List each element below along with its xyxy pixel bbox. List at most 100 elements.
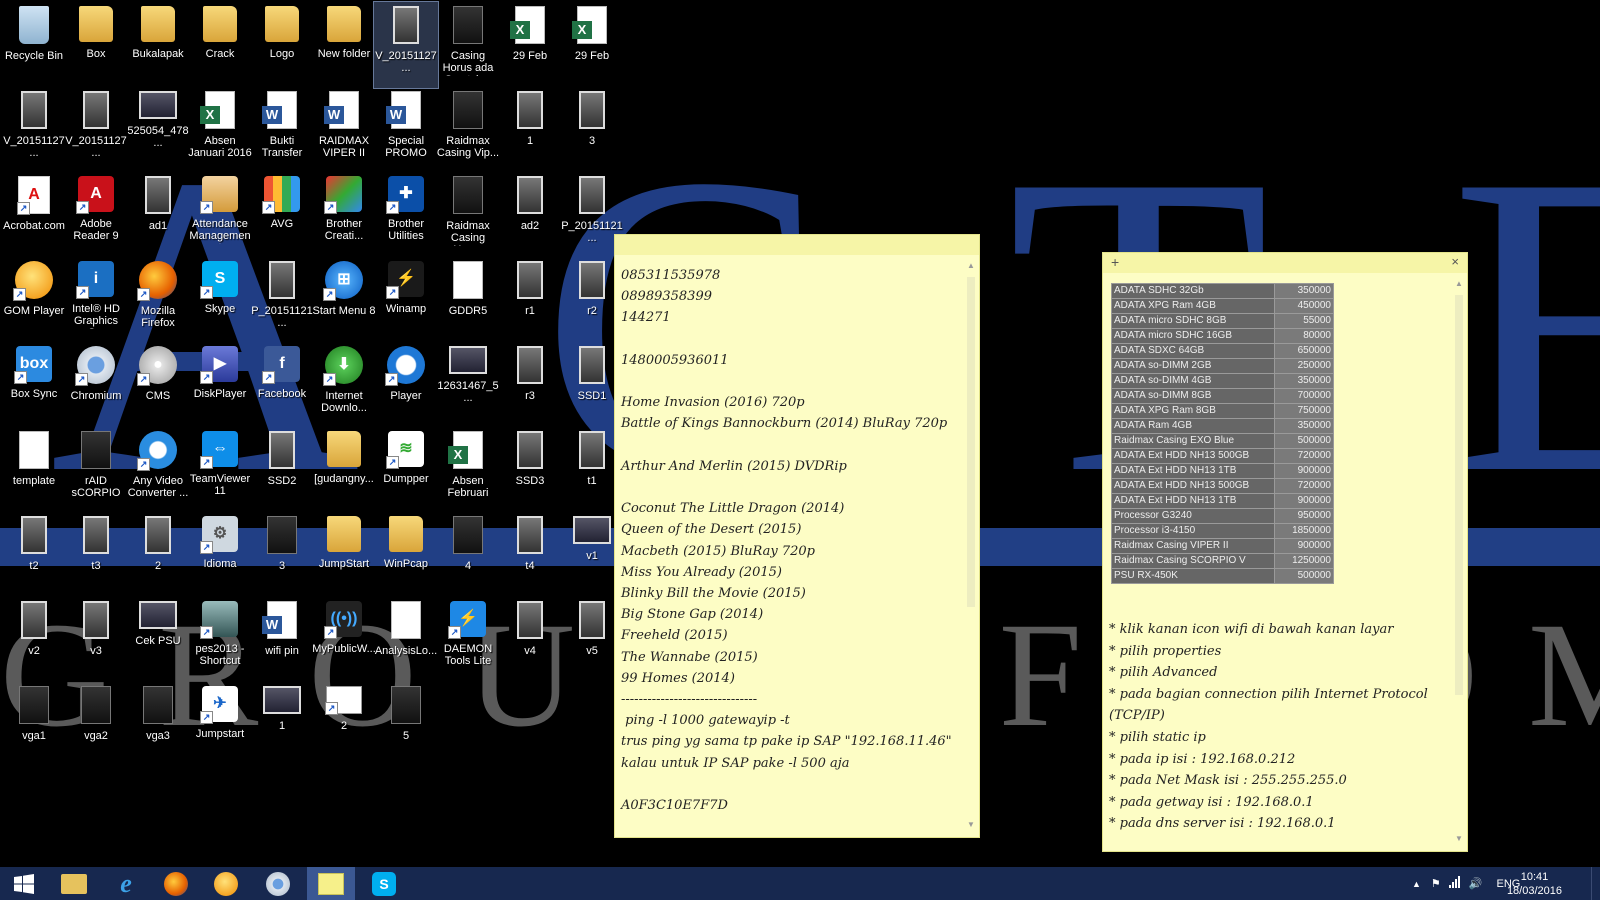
desktop-icon[interactable]: ✈ Jumpstart: [188, 682, 252, 768]
price-item-name[interactable]: ADATA XPG Ram 8GB: [1111, 403, 1275, 419]
desktop-icon[interactable]: v4: [498, 597, 562, 683]
desktop-icon[interactable]: 3: [250, 512, 314, 598]
desktop-icon[interactable]: AnalysisLo...: [374, 597, 438, 683]
desktop-icon[interactable]: New folder: [312, 2, 376, 88]
desktop-icon[interactable]: f Facebook: [250, 342, 314, 428]
taskbar-clock[interactable]: 10:41 18/03/2016: [1507, 870, 1562, 898]
desktop-icon[interactable]: 29 Feb: [498, 2, 562, 88]
price-item-name[interactable]: ADATA Ram 4GB: [1111, 418, 1275, 434]
desktop-icon[interactable]: Recycle Bin: [2, 2, 66, 88]
table-row[interactable]: ADATA XPG Ram 4GB 450000: [1111, 298, 1334, 314]
desktop-icon[interactable]: V_20151127...: [64, 87, 128, 173]
price-item-value[interactable]: 900000: [1274, 538, 1334, 554]
desktop-icon[interactable]: 1: [250, 682, 314, 768]
desktop-icon[interactable]: t4: [498, 512, 562, 598]
desktop-icon[interactable]: ● CMS: [126, 342, 190, 428]
sticky-note-text[interactable]: 085311535978 08989358399 144271 14800059…: [621, 265, 952, 816]
desktop-icon[interactable]: 2: [126, 512, 190, 598]
sticky-note-titlebar[interactable]: + ×: [1103, 253, 1467, 273]
start-button[interactable]: [0, 867, 48, 900]
desktop-icon[interactable]: Special PROMO: [374, 87, 438, 173]
price-item-value[interactable]: 350000: [1274, 418, 1334, 434]
table-row[interactable]: ADATA SDHC 32Gb 350000: [1111, 283, 1334, 299]
desktop-icon[interactable]: V_20151127...: [373, 1, 439, 89]
desktop-icon[interactable]: ✚ Brother Utilities: [374, 172, 438, 258]
price-item-name[interactable]: ADATA micro SDHC 16GB: [1111, 328, 1275, 344]
desktop-icon[interactable]: WinPcap: [374, 512, 438, 598]
price-item-value[interactable]: 250000: [1274, 358, 1334, 374]
table-row[interactable]: ADATA micro SDHC 8GB 55000: [1111, 313, 1334, 329]
price-item-value[interactable]: 55000: [1274, 313, 1334, 329]
price-item-name[interactable]: Raidmax Casing SCORPIO V: [1111, 553, 1275, 569]
price-item-value[interactable]: 1850000: [1274, 523, 1334, 539]
desktop-icon[interactable]: ad2: [498, 172, 562, 258]
desktop-icon[interactable]: pes2013 - Shortcut: [188, 597, 252, 683]
desktop-icon[interactable]: ⊞ Start Menu 8: [312, 257, 376, 343]
desktop-icon[interactable]: AVG: [250, 172, 314, 258]
desktop-icon[interactable]: RAIDMAX VIPER II: [312, 87, 376, 173]
network-signal-icon[interactable]: [1448, 876, 1461, 891]
taskbar-skype[interactable]: S: [360, 867, 408, 900]
price-item-value[interactable]: 720000: [1274, 448, 1334, 464]
desktop-icon[interactable]: ▶ DiskPlayer: [188, 342, 252, 428]
taskbar-file-explorer[interactable]: [50, 867, 98, 900]
taskbar-firefox[interactable]: [152, 867, 200, 900]
desktop-icon[interactable]: SSD2: [250, 427, 314, 513]
price-item-value[interactable]: 700000: [1274, 388, 1334, 404]
price-item-name[interactable]: ADATA SDXC 64GB: [1111, 343, 1275, 359]
taskbar-gom-player[interactable]: [202, 867, 250, 900]
desktop-icon[interactable]: i Intel® HD Graphics C...: [64, 257, 128, 343]
show-desktop-button[interactable]: [1591, 867, 1600, 900]
price-item-value[interactable]: 450000: [1274, 298, 1334, 314]
price-item-name[interactable]: ADATA Ext HDD NH13 1TB: [1111, 463, 1275, 479]
desktop-icon[interactable]: vga3: [126, 682, 190, 768]
table-row[interactable]: ADATA Ext HDD NH13 500GB 720000: [1111, 448, 1334, 464]
price-item-value[interactable]: 1250000: [1274, 553, 1334, 569]
desktop-icon[interactable]: A Adobe Reader 9: [64, 172, 128, 258]
desktop-icon[interactable]: v2: [2, 597, 66, 683]
price-item-name[interactable]: ADATA so-DIMM 2GB: [1111, 358, 1275, 374]
desktop-icon[interactable]: Casing Horus ada Scratch...: [436, 2, 500, 88]
table-row[interactable]: Processor i3-4150 1850000: [1111, 523, 1334, 539]
desktop-icon[interactable]: 525054_478...: [126, 87, 190, 173]
desktop-icon[interactable]: vga2: [64, 682, 128, 768]
desktop-icon[interactable]: GOM Player: [2, 257, 66, 343]
action-center-flag-icon[interactable]: ⚑: [1431, 877, 1441, 890]
desktop-icon[interactable]: ▬2: [312, 682, 376, 768]
table-row[interactable]: ADATA so-DIMM 4GB 350000: [1111, 373, 1334, 389]
desktop-icon[interactable]: Brother Creati...: [312, 172, 376, 258]
desktop-icon[interactable]: ⬇ Internet Downlo...: [312, 342, 376, 428]
add-note-icon[interactable]: +: [1111, 254, 1119, 270]
taskbar-sticky-notes[interactable]: [307, 867, 355, 900]
desktop-icon[interactable]: ad1: [126, 172, 190, 258]
desktop-icon[interactable]: Absen Januari 2016: [188, 87, 252, 173]
sticky-note-scrollbar[interactable]: ▲ ▼: [965, 261, 977, 829]
price-item-name[interactable]: ADATA Ext HDD NH13 1TB: [1111, 493, 1275, 509]
price-item-value[interactable]: 900000: [1274, 493, 1334, 509]
table-row[interactable]: PSU RX-450K 500000: [1111, 568, 1334, 584]
desktop-icon[interactable]: ⚡ DAEMON Tools Lite: [436, 597, 500, 683]
price-item-name[interactable]: ADATA SDHC 32Gb: [1111, 283, 1275, 299]
desktop-icon[interactable]: template: [2, 427, 66, 513]
desktop-icon[interactable]: V_20151127...: [2, 87, 66, 173]
desktop-icon[interactable]: vga1: [2, 682, 66, 768]
scroll-thumb[interactable]: [1455, 295, 1463, 695]
desktop-icon[interactable]: ((•)) MyPublicW...: [312, 597, 376, 683]
desktop-icon[interactable]: ▶ Player: [374, 342, 438, 428]
desktop-icon[interactable]: Bukalapak: [126, 2, 190, 88]
price-item-name[interactable]: ADATA micro SDHC 8GB: [1111, 313, 1275, 329]
table-row[interactable]: ADATA so-DIMM 2GB 250000: [1111, 358, 1334, 374]
price-item-name[interactable]: Raidmax Casing EXO Blue: [1111, 433, 1275, 449]
table-row[interactable]: ADATA so-DIMM 8GB 700000: [1111, 388, 1334, 404]
desktop-icon[interactable]: t2: [2, 512, 66, 598]
price-item-name[interactable]: ADATA Ext HDD NH13 500GB: [1111, 478, 1275, 494]
sticky-note-scrollbar[interactable]: ▲ ▼: [1453, 279, 1465, 843]
desktop-icon[interactable]: Any Video Converter ...: [126, 427, 190, 513]
table-row[interactable]: ADATA XPG Ram 8GB 750000: [1111, 403, 1334, 419]
taskbar-chromium[interactable]: [254, 867, 302, 900]
desktop-icon[interactable]: Absen Februari: [436, 427, 500, 513]
desktop-icon[interactable]: ⚙ Idioma: [188, 512, 252, 598]
volume-icon[interactable]: 🔊: [1469, 877, 1483, 890]
desktop-icon[interactable]: r3: [498, 342, 562, 428]
desktop-icon[interactable]: Raidmax Casing Horus: [436, 172, 500, 258]
